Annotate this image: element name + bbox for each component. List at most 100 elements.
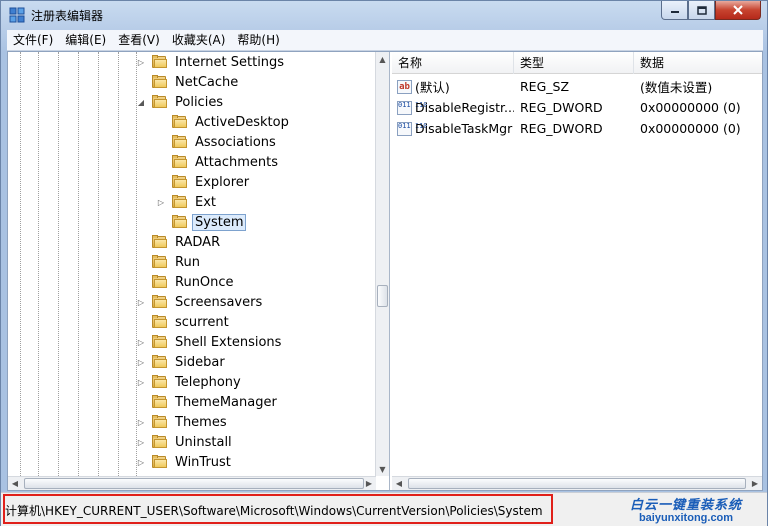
scroll-left-arrow-icon[interactable]: ◀ [392, 477, 406, 490]
close-button[interactable] [715, 1, 761, 20]
tree-item[interactable]: ▷ Ext [156, 192, 219, 212]
menu-help[interactable]: 帮助(H) [231, 30, 285, 51]
column-header-name[interactable]: 名称 [392, 52, 514, 74]
folder-icon [171, 175, 188, 189]
value-row[interactable]: 011 110 DisableTaskMgr REG_DWORD 0x00000000… [392, 118, 762, 139]
tree-item-label: WinTrust [175, 454, 231, 470]
folder-icon [151, 375, 168, 389]
folder-icon [151, 295, 168, 309]
expand-arrow-icon[interactable]: ▷ [136, 337, 146, 347]
tree-item[interactable]: Associations [156, 132, 279, 152]
folder-icon [151, 335, 168, 349]
menu-view[interactable]: 查看(V) [112, 30, 166, 51]
tree-item-label: Uninstall [175, 434, 232, 450]
scroll-up-arrow-icon[interactable]: ▲ [376, 52, 389, 66]
tree-item[interactable]: ▷ Shell Extensions [136, 332, 284, 352]
value-data: 0x00000000 (0) [640, 121, 741, 136]
title-bar[interactable]: 注册表编辑器 [1, 1, 767, 29]
value-name: DisableRegistr... [415, 100, 514, 115]
tree-item-label: Attachments [195, 154, 278, 170]
scroll-left-arrow-icon[interactable]: ◀ [8, 477, 22, 490]
tree-item-label: Associations [195, 134, 276, 150]
expand-arrow-icon[interactable]: ▷ [136, 357, 146, 367]
scroll-down-arrow-icon[interactable]: ▼ [376, 462, 389, 476]
string-value-icon: ab [397, 79, 412, 94]
expand-arrow-icon[interactable]: ▷ [136, 417, 146, 427]
registry-editor-window: 注册表编辑器 文件(F) 编辑(E) 查看(V) 收藏夹(A) 帮助(H) ▷ … [0, 0, 768, 526]
scrollbar-thumb[interactable] [24, 478, 364, 489]
value-row[interactable]: ab (默认) REG_SZ (数值未设置) [392, 76, 762, 97]
column-header-data[interactable]: 数据 [634, 52, 762, 74]
tree-item[interactable]: NetCache [136, 72, 241, 92]
tree-item[interactable]: ◢ Policies [136, 92, 226, 112]
scroll-right-arrow-icon[interactable]: ▶ [362, 477, 376, 490]
binary-value-icon: 011 110 [397, 100, 428, 115]
collapse-arrow-icon[interactable]: ◢ [136, 97, 146, 107]
tree-item-label: Shell Extensions [175, 334, 282, 350]
tree-item[interactable]: ThemeManager [136, 392, 280, 412]
tree-item[interactable]: RADAR [136, 232, 223, 252]
tree-item-label: Run [175, 254, 200, 270]
list-header: 名称 类型 数据 [392, 52, 762, 74]
folder-icon [171, 195, 188, 209]
expand-arrow-icon[interactable]: ▷ [156, 197, 166, 207]
cell-name: 011 110 DisableRegistr... [392, 100, 514, 115]
value-row[interactable]: 011 110 DisableRegistr... REG_DWORD 0x00000… [392, 97, 762, 118]
scrollbar-thumb[interactable] [377, 285, 388, 307]
tree-item[interactable]: RunOnce [136, 272, 237, 292]
expand-arrow-icon[interactable]: ▷ [136, 457, 146, 467]
values-list-pane: 名称 类型 数据 ab (默认) REG_SZ (数值未设置) 011 110 Disab… [392, 52, 762, 490]
menu-bar: 文件(F) 编辑(E) 查看(V) 收藏夹(A) 帮助(H) [7, 30, 763, 51]
watermark-logo: 白云一键重装系统 baiyunxitong.com [611, 494, 761, 526]
menu-file[interactable]: 文件(F) [7, 30, 59, 51]
folder-icon [151, 275, 168, 289]
expand-arrow-icon[interactable]: ▷ [136, 377, 146, 387]
tree-item[interactable]: Run [136, 252, 203, 272]
tree-item[interactable]: ActiveDesktop [156, 112, 292, 132]
tree-item[interactable]: Attachments [156, 152, 281, 172]
folder-icon [151, 355, 168, 369]
scroll-right-arrow-icon[interactable]: ▶ [748, 477, 762, 490]
tree-item-label: RunOnce [175, 274, 234, 290]
caption-buttons [661, 1, 761, 21]
tree-item[interactable]: ▷ Telephony [136, 372, 244, 392]
value-data: (数值未设置) [640, 80, 713, 95]
menu-favorites[interactable]: 收藏夹(A) [166, 30, 232, 51]
tree-item[interactable]: ▷ WinTrust [136, 452, 234, 472]
registry-editor-icon [9, 7, 25, 23]
column-header-type[interactable]: 类型 [514, 52, 634, 74]
folder-icon [171, 135, 188, 149]
tree-item[interactable]: ▷ Screensavers [136, 292, 265, 312]
scrollbar-thumb[interactable] [408, 478, 746, 489]
tree-item[interactable]: ▷ Sidebar [136, 352, 228, 372]
list-horizontal-scrollbar[interactable]: ◀ ▶ [392, 476, 762, 490]
tree-guide-line [58, 52, 59, 478]
expand-arrow-icon[interactable]: ▷ [136, 437, 146, 447]
tree-item[interactable]: scurrent [136, 312, 232, 332]
tree-vertical-scrollbar[interactable]: ▲ ▼ [375, 52, 389, 476]
tree-item[interactable]: ▷ Themes [136, 412, 230, 432]
maximize-button[interactable] [688, 1, 715, 20]
key-tree-pane: ▷ Internet Settings NetCache ◢ Policies Activ… [8, 52, 390, 490]
folder-icon [151, 395, 168, 409]
minimize-button[interactable] [661, 1, 688, 20]
folder-icon [171, 215, 188, 229]
tree-item-label: Telephony [175, 374, 241, 390]
value-name: (默认) [415, 80, 450, 95]
watermark-title: 白云一键重装系统 [629, 498, 742, 513]
tree-guide-line [20, 52, 21, 478]
tree-horizontal-scrollbar[interactable]: ◀ ▶ [8, 476, 376, 490]
tree-item[interactable]: ▷ Internet Settings [136, 52, 287, 72]
expand-arrow-icon[interactable]: ▷ [136, 57, 146, 67]
expand-arrow-icon[interactable]: ▷ [136, 297, 146, 307]
tree-item[interactable]: Explorer [156, 172, 252, 192]
menu-edit[interactable]: 编辑(E) [59, 30, 112, 51]
tree-item[interactable]: System [156, 212, 247, 232]
value-type: REG_DWORD [520, 121, 603, 136]
tree-item[interactable]: ▷ Uninstall [136, 432, 235, 452]
maximize-icon [696, 5, 707, 15]
